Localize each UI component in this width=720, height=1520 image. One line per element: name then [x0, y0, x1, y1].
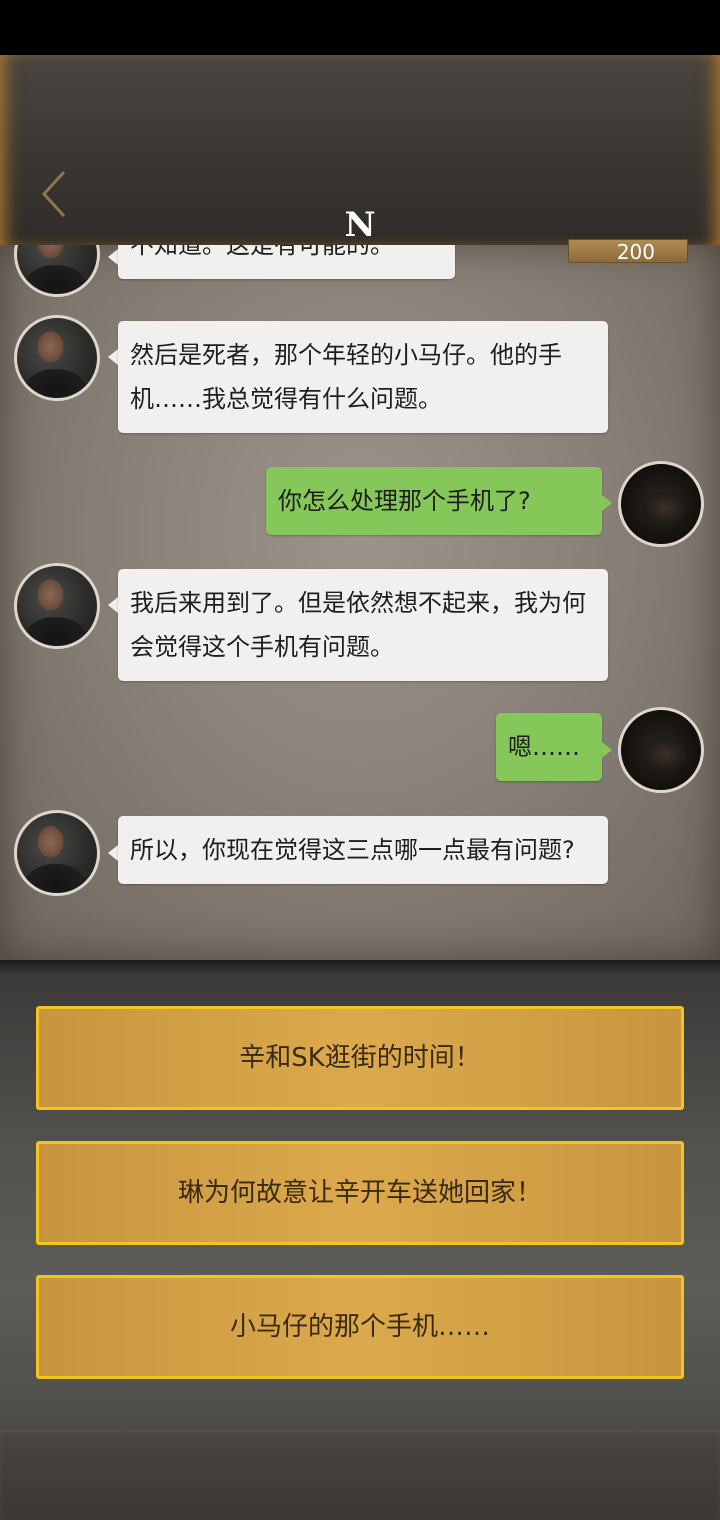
message-bubble[interactable]: 所以，你现在觉得这三点哪一点最有问题?: [118, 816, 608, 884]
bubble-tail: [108, 597, 118, 613]
message-bubble[interactable]: 我后来用到了。但是依然想不起来，我为何会觉得这个手机有问题。: [118, 569, 608, 681]
choice-option-3[interactable]: 小马仔的那个手机……: [36, 1275, 684, 1379]
coin-counter: 200: [568, 239, 688, 264]
player-avatar[interactable]: [618, 461, 704, 547]
npc-avatar[interactable]: [14, 563, 100, 649]
npc-avatar[interactable]: [14, 315, 100, 401]
bubble-tail: [602, 742, 612, 758]
bubble-tail: [108, 249, 118, 265]
choice-panel: 辛和SK逛街的时间！ 琳为何故意让辛开车送她回家！ 小马仔的那个手机……: [0, 960, 720, 1430]
header: N 200: [0, 55, 720, 264]
npc-avatar[interactable]: [14, 245, 100, 297]
choice-option-1[interactable]: 辛和SK逛街的时间！: [36, 1006, 684, 1110]
player-avatar[interactable]: [618, 707, 704, 793]
message-bubble[interactable]: 你怎么处理那个手机了?: [266, 467, 602, 535]
bubble-tail: [108, 845, 118, 861]
footer-bar: [0, 1430, 720, 1520]
message-bubble[interactable]: 不知道。这是有可能的。: [118, 245, 455, 279]
bubble-tail: [108, 349, 118, 365]
chat-area[interactable]: 不知道。这是有可能的。 然后是死者，那个年轻的小马仔。他的手机……我总觉得有什么…: [0, 245, 720, 960]
bubble-tail: [602, 495, 612, 511]
message-bubble[interactable]: 然后是死者，那个年轻的小马仔。他的手机……我总觉得有什么问题。: [118, 321, 608, 433]
status-bar: [0, 0, 720, 55]
message-bubble[interactable]: 嗯……: [496, 713, 602, 781]
choice-option-2[interactable]: 琳为何故意让辛开车送她回家！: [36, 1141, 684, 1245]
npc-avatar[interactable]: [14, 810, 100, 896]
